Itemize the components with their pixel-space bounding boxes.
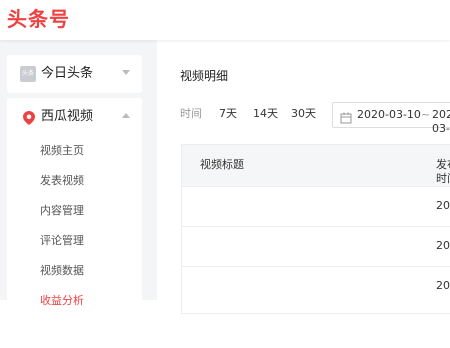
range-7-days-button[interactable]: 7天 xyxy=(219,107,237,121)
date-separator: ~ xyxy=(421,108,431,121)
sidebar-app-xigua-header[interactable]: 西瓜视频 xyxy=(7,98,142,136)
chevron-up-icon xyxy=(122,113,130,120)
sidebar-app-label: 西瓜视频 xyxy=(41,109,94,124)
sidebar-item-comment-management[interactable]: 评论管理 xyxy=(40,234,84,248)
sidebar-item-video-home[interactable]: 视频主页 xyxy=(40,144,84,158)
sidebar-item-publish-video[interactable]: 发表视频 xyxy=(40,174,84,188)
table-row[interactable]: 2020 xyxy=(182,266,450,306)
logo[interactable]: 头条号 xyxy=(7,6,70,32)
calendar-icon xyxy=(340,109,352,124)
table-header: 视频标题 发布时间 xyxy=(182,145,450,186)
sidebar: 头条 今日头条 西瓜视频 视频主页 发表视频 内容管理 评论管理 视频数据 收益… xyxy=(0,40,157,348)
top-bar: 头条号 xyxy=(0,0,450,40)
column-header-publish-time: 发布时间 xyxy=(436,158,450,185)
publish-date-cell: 2020 xyxy=(436,199,450,212)
date-range-picker[interactable]: 2020-03-10 ~ 2020-03-16 xyxy=(332,102,450,135)
toutiao-app-icon: 头条 xyxy=(20,66,36,82)
location-pin-icon xyxy=(23,110,35,125)
start-date: 2020-03-10 xyxy=(357,108,421,121)
time-filter-label: 时间 xyxy=(180,107,202,120)
end-date: 2020-03-16 xyxy=(432,108,450,135)
publish-date-cell: 2020 xyxy=(436,239,450,252)
range-30-days-button[interactable]: 30天 xyxy=(291,107,316,121)
sidebar-app-label: 今日头条 xyxy=(41,66,94,81)
page-title: 视频明细 xyxy=(180,69,229,83)
range-14-days-button[interactable]: 14天 xyxy=(253,107,278,121)
main-content: 视频明细 时间 7天 14天 30天 2020-03-10 ~ 2020-03-… xyxy=(157,40,450,314)
video-detail-table: 视频标题 发布时间 2020 2020 2020 xyxy=(181,144,450,314)
sidebar-app-toutiao[interactable]: 头条 今日头条 xyxy=(7,55,142,93)
table-row[interactable]: 2020 xyxy=(182,186,450,226)
sidebar-item-content-management[interactable]: 内容管理 xyxy=(40,204,84,218)
sidebar-app-xigua: 西瓜视频 视频主页 发表视频 内容管理 评论管理 视频数据 收益分析 xyxy=(7,98,142,348)
sidebar-item-video-data[interactable]: 视频数据 xyxy=(40,264,84,278)
publish-date-cell: 2020 xyxy=(436,279,450,292)
sidebar-item-revenue-analysis[interactable]: 收益分析 xyxy=(40,294,84,308)
table-row[interactable]: 2020 xyxy=(182,226,450,266)
column-header-video-title: 视频标题 xyxy=(200,158,244,171)
chevron-down-icon xyxy=(122,70,130,77)
